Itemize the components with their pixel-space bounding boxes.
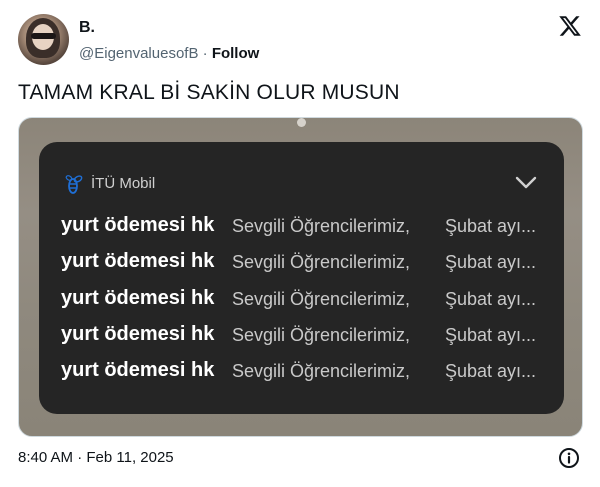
tweet-media-image[interactable]: İTÜ Mobil yurt ödemesi hk Sevgili Öğrenc… [18,117,583,437]
notification-item[interactable]: yurt ödemesi hk Sevgili Öğrencilerimiz, … [61,287,551,317]
itu-bee-icon [65,175,83,194]
camera-notch [297,118,306,127]
notification-subject: yurt ödemesi hk [61,250,215,272]
notification-subject: yurt ödemesi hk [61,214,215,236]
author-display-name[interactable]: B. [79,18,259,38]
notification-item[interactable]: yurt ödemesi hk Sevgili Öğrencilerimiz, … [61,250,551,280]
tweet-timestamp[interactable]: 8:40 AM · Feb 11, 2025 [18,449,174,466]
notification-subject: yurt ödemesi hk [61,287,215,309]
notification-item[interactable]: yurt ödemesi hk Sevgili Öğrencilerimiz, … [61,323,551,353]
tweet-header: B. @EigenvaluesofB · Follow [18,14,582,66]
chevron-down-icon[interactable] [514,172,538,192]
app-name: İTÜ Mobil [91,175,156,192]
x-logo-icon[interactable] [558,14,582,38]
info-icon[interactable] [558,447,580,469]
notification-subject: yurt ödemesi hk [61,323,215,345]
avatar-sunglasses [31,33,56,39]
notification-tail: Şubat ayı... [445,289,537,309]
notification-body: Sevgili Öğrencilerimiz, [232,325,411,345]
avatar[interactable] [18,14,69,65]
notification-subject: yurt ödemesi hk [61,359,215,381]
notification-group-card: İTÜ Mobil yurt ödemesi hk Sevgili Öğrenc… [39,142,564,414]
notification-item[interactable]: yurt ödemesi hk Sevgili Öğrencilerimiz, … [61,214,551,244]
notification-tail: Şubat ayı... [445,216,537,236]
notification-tail: Şubat ayı... [445,325,537,345]
author-names: B. @EigenvaluesofB · Follow [79,18,259,64]
notification-item[interactable]: yurt ödemesi hk Sevgili Öğrencilerimiz, … [61,359,551,389]
notification-body: Sevgili Öğrencilerimiz, [232,289,411,309]
author-handle[interactable]: @EigenvaluesofB [79,45,198,62]
follow-button[interactable]: Follow [212,45,260,62]
tweet-text: TAMAM KRAL Bİ SAKİN OLUR MUSUN [18,81,400,104]
notification-body: Sevgili Öğrencilerimiz, [232,252,411,272]
notification-body: Sevgili Öğrencilerimiz, [232,216,411,236]
notification-body: Sevgili Öğrencilerimiz, [232,361,411,381]
notification-tail: Şubat ayı... [445,361,537,381]
handle-separator: · [198,45,212,62]
author-handle-row: @EigenvaluesofB · Follow [79,44,259,64]
notification-tail: Şubat ayı... [445,252,537,272]
